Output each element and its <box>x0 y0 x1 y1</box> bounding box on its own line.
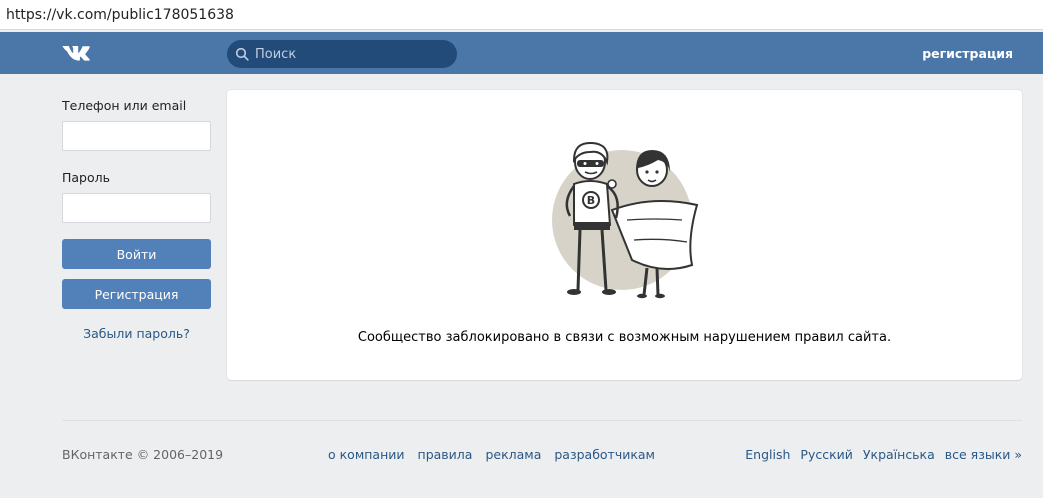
phone-label: Телефон или email <box>62 98 187 113</box>
footer-link-rules[interactable]: правила <box>418 447 473 462</box>
footer: ВКонтакте © 2006–2019 о компании правила… <box>62 447 1022 467</box>
password-label: Пароль <box>62 170 110 185</box>
lang-ukrainian[interactable]: Українська <box>863 447 935 462</box>
blocked-community-panel: B Сообщество заблокировано в связи с воз… <box>227 90 1022 380</box>
register-button[interactable]: Регистрация <box>62 279 211 309</box>
top-header: регистрация <box>0 32 1043 74</box>
language-links: English Русский Українська все языки » <box>735 447 1022 462</box>
copyright-text: ВКонтакте © 2006–2019 <box>62 447 224 462</box>
superhero-couple-icon: B <box>552 141 699 299</box>
lang-english[interactable]: English <box>745 447 790 462</box>
forgot-password-link[interactable]: Забыли пароль? <box>62 326 211 341</box>
blocked-message: Сообщество заблокировано в связи с возмо… <box>357 330 892 345</box>
url-text[interactable]: https://vk.com/public178051638 <box>6 7 234 23</box>
header-register-link[interactable]: регистрация <box>922 46 1013 61</box>
footer-link-developers[interactable]: разработчикам <box>554 447 655 462</box>
svg-text:B: B <box>587 194 595 207</box>
login-panel: Телефон или email Пароль Войти Регистрац… <box>62 98 211 341</box>
phone-email-field[interactable] <box>62 121 211 151</box>
lang-all[interactable]: все языки » <box>945 447 1022 462</box>
footer-link-about[interactable]: о компании <box>328 447 405 462</box>
vk-logo-icon[interactable] <box>60 41 96 65</box>
address-bar[interactable]: https://vk.com/public178051638 <box>0 0 1043 30</box>
footer-link-ads[interactable]: реклама <box>485 447 541 462</box>
search-box[interactable] <box>227 40 457 68</box>
footer-links: о компании правила реклама разработчикам <box>328 447 668 462</box>
footer-divider <box>62 420 1022 421</box>
lang-russian[interactable]: Русский <box>800 447 852 462</box>
password-field[interactable] <box>62 193 211 223</box>
search-input[interactable] <box>255 46 445 62</box>
login-button[interactable]: Войти <box>62 239 211 269</box>
search-icon <box>235 47 249 61</box>
